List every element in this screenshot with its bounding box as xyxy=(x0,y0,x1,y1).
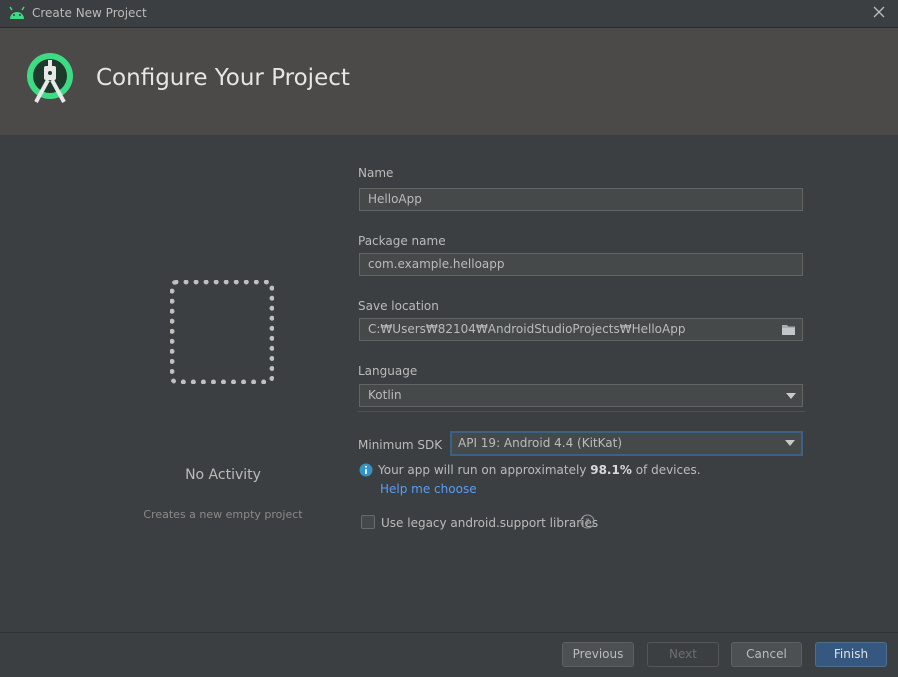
chevron-down-icon xyxy=(785,440,795,446)
package-name-label: Package name xyxy=(358,234,446,248)
folder-icon[interactable] xyxy=(781,323,796,336)
footer-divider xyxy=(0,632,898,633)
separator xyxy=(358,411,805,412)
name-input[interactable]: HelloApp xyxy=(359,188,803,211)
legacy-support-label[interactable]: Use legacy android.support libraries xyxy=(381,516,598,530)
language-value: Kotlin xyxy=(368,388,402,402)
android-studio-logo-icon xyxy=(27,53,73,103)
title-bar: Create New Project xyxy=(0,0,898,28)
template-description: Creates a new empty project xyxy=(143,508,303,521)
minimum-sdk-value: API 19: Android 4.4 (KitKat) xyxy=(458,436,623,450)
language-select[interactable]: Kotlin xyxy=(359,384,803,407)
next-button[interactable]: Next xyxy=(647,642,719,667)
name-label: Name xyxy=(358,166,394,180)
save-location-value: C:₩Users₩82104₩AndroidStudioProjects₩Hel… xyxy=(368,322,686,336)
svg-text:?: ? xyxy=(585,518,590,528)
previous-button[interactable]: Previous xyxy=(562,642,634,667)
coverage-prefix: Your app will run on approximately xyxy=(378,463,591,477)
legacy-support-checkbox[interactable] xyxy=(361,515,375,529)
page-title: Configure Your Project xyxy=(96,65,350,91)
info-icon xyxy=(359,463,373,477)
save-location-input[interactable]: C:₩Users₩82104₩AndroidStudioProjects₩Hel… xyxy=(359,318,803,341)
minimum-sdk-select[interactable]: API 19: Android 4.4 (KitKat) xyxy=(450,431,803,456)
coverage-percent: 98.1% xyxy=(590,463,632,477)
device-coverage-text: Your app will run on approximately 98.1%… xyxy=(378,463,701,477)
help-icon[interactable]: ? xyxy=(580,514,595,529)
close-icon[interactable] xyxy=(870,3,888,21)
chevron-down-icon xyxy=(786,393,796,399)
coverage-suffix: of devices. xyxy=(631,463,701,477)
package-name-input[interactable]: com.example.helloapp xyxy=(359,253,803,276)
save-location-label: Save location xyxy=(358,299,439,313)
template-preview: No Activity Creates a new empty project xyxy=(0,136,340,636)
language-label: Language xyxy=(358,364,418,378)
help-me-choose-link[interactable]: Help me choose xyxy=(380,482,477,496)
window-title: Create New Project xyxy=(32,6,147,20)
minimum-sdk-label: Minimum SDK xyxy=(358,438,443,452)
finish-button[interactable]: Finish xyxy=(815,642,887,667)
android-icon xyxy=(9,6,25,19)
dialog-header: Configure Your Project xyxy=(0,28,898,135)
cancel-button[interactable]: Cancel xyxy=(731,642,802,667)
empty-template-icon xyxy=(170,280,274,384)
